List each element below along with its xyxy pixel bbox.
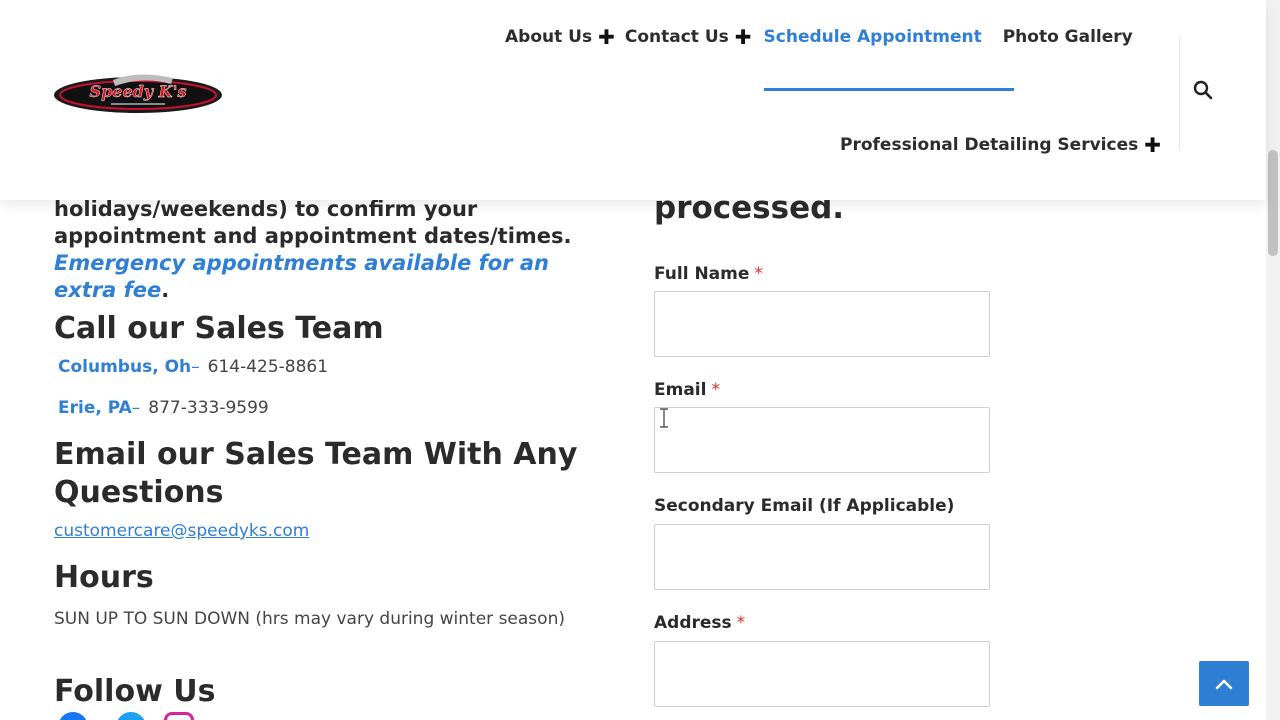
site-header: Speedy K's About Us ✚ Contact Us ✚ Sched…: [0, 0, 1266, 200]
facebook-icon[interactable]: [58, 712, 88, 720]
contact-city-link[interactable]: Erie, PA: [58, 398, 132, 418]
logo-text: Speedy K's: [90, 82, 187, 101]
email-link[interactable]: customercare@speedyks.com: [54, 521, 309, 541]
search-icon[interactable]: [1192, 79, 1214, 101]
contact-dash: –: [191, 357, 200, 377]
nav-contact-label: Contact Us: [624, 27, 729, 47]
nav-secondary: Professional Detailing Services ✚: [840, 132, 1161, 158]
call-sales-heading: Call our Sales Team: [54, 311, 384, 346]
address-input[interactable]: [654, 641, 990, 707]
full-name-input[interactable]: [654, 291, 990, 357]
nav-primary: About Us ✚ Contact Us ✚ Schedule Appoint…: [505, 24, 1133, 50]
nav-about-us[interactable]: About Us ✚: [505, 25, 615, 49]
plus-icon: ✚: [598, 25, 615, 49]
contact-erie: Erie, PA – 877-333-9599: [58, 398, 269, 418]
nav-schedule-label: Schedule Appointment: [763, 27, 982, 47]
page-scrollbar[interactable]: [1266, 0, 1280, 720]
full-name-label: Full Name *: [654, 264, 763, 284]
nav-contact-us[interactable]: Contact Us ✚: [625, 25, 752, 49]
contact-phone[interactable]: 614-425-8861: [208, 357, 328, 377]
nav-divider: [1179, 36, 1180, 150]
full-name-label-text: Full Name: [654, 264, 750, 284]
hours-heading: Hours: [54, 560, 154, 595]
address-label-text: Address: [654, 613, 732, 633]
secondary-email-label: Secondary Email (If Applicable): [654, 496, 954, 516]
address-label: Address *: [654, 613, 745, 633]
nav-gallery-label: Photo Gallery: [1002, 27, 1133, 47]
intro-text: holidays/weekends) to confirm your appoi…: [54, 197, 572, 248]
scrollbar-thumb[interactable]: [1268, 150, 1278, 256]
required-asterisk: *: [754, 264, 763, 284]
plus-icon: ✚: [734, 25, 752, 49]
email-sales-heading: Email our Sales Team With Any Questions: [54, 437, 578, 510]
email-label-text: Email: [654, 380, 707, 400]
nav-professional-detailing-services[interactable]: Professional Detailing Services ✚: [840, 133, 1161, 157]
email-label: Email *: [654, 380, 720, 400]
email-input[interactable]: [654, 407, 990, 473]
required-asterisk: *: [711, 380, 720, 400]
intro-emphasis: Emergency appointments available for an …: [54, 251, 550, 302]
secondary-email-input[interactable]: [654, 524, 990, 590]
brand-logo[interactable]: Speedy K's: [53, 70, 223, 118]
contact-phone[interactable]: 877-333-9599: [148, 398, 268, 418]
back-to-top-button[interactable]: [1199, 661, 1249, 706]
nav-schedule-appointment[interactable]: Schedule Appointment: [764, 27, 982, 47]
chevron-up-icon: [1215, 679, 1233, 689]
contact-city-link[interactable]: Columbus, Oh: [58, 357, 191, 377]
contact-dash: –: [131, 398, 141, 418]
instagram-icon[interactable]: [164, 712, 194, 720]
twitter-icon[interactable]: [116, 712, 146, 720]
intro-paragraph: holidays/weekends) to confirm your appoi…: [54, 196, 614, 304]
nav-services-label: Professional Detailing Services: [840, 135, 1139, 155]
contact-columbus: Columbus, Oh – 614-425-8861: [58, 357, 328, 377]
required-asterisk: *: [736, 613, 746, 633]
nav-about-label: About Us: [505, 27, 593, 47]
secondary-email-label-text: Secondary Email (If Applicable): [654, 496, 955, 516]
hours-text: SUN UP TO SUN DOWN (hrs may vary during …: [54, 609, 565, 629]
intro-end: .: [161, 278, 170, 302]
nav-photo-gallery[interactable]: Photo Gallery: [1003, 27, 1133, 47]
nav-active-indicator: [764, 88, 1014, 91]
follow-us-heading: Follow Us: [54, 674, 216, 709]
plus-icon: ✚: [1144, 133, 1161, 157]
text-cursor-icon: [660, 408, 668, 428]
